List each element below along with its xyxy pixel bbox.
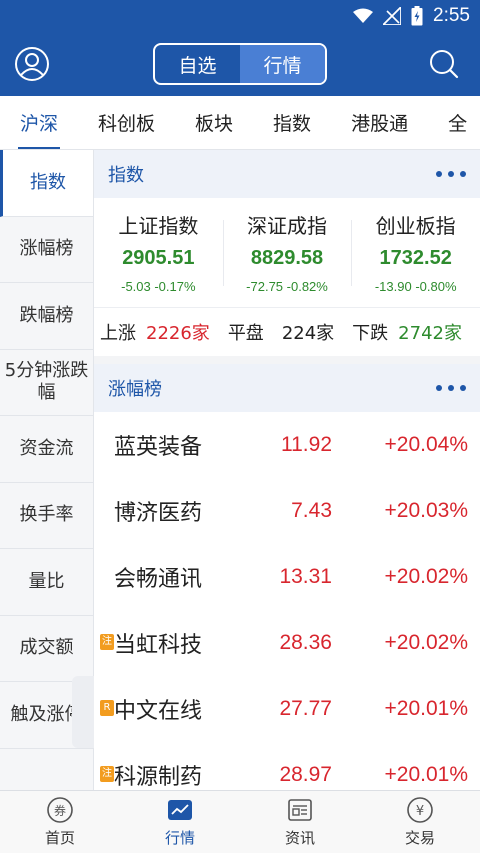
nav-label: 资讯 bbox=[284, 829, 315, 847]
side-item-volume-ratio[interactable]: 量比 bbox=[0, 549, 93, 616]
down-count: 2742家 bbox=[398, 323, 462, 344]
nav-market[interactable]: 行情 bbox=[120, 791, 240, 853]
flat-count: 224家 bbox=[281, 323, 335, 344]
more-icon[interactable] bbox=[436, 385, 466, 391]
stock-row[interactable]: 蓝英装备 11.92 +20.04% bbox=[94, 412, 480, 478]
side-item-5min-change[interactable]: 5分钟涨跌幅 bbox=[0, 350, 93, 416]
registration-badge: 注 bbox=[100, 634, 114, 650]
index-name: 上证指数 bbox=[118, 214, 199, 238]
signal-icon bbox=[383, 7, 402, 25]
index-card[interactable]: 深证成指 8829.58 -72.75 -0.82% bbox=[222, 198, 352, 307]
nav-news[interactable]: 资讯 bbox=[240, 791, 360, 853]
gainers-section-header: 涨幅榜 bbox=[94, 364, 480, 412]
tab-shanghai-shenzhen[interactable]: 沪深 bbox=[0, 96, 78, 149]
index-card[interactable]: 上证指数 2905.51 -5.03 -0.17% bbox=[94, 198, 223, 307]
index-value: 2905.51 bbox=[122, 247, 195, 269]
stock-name: 博济医药 bbox=[114, 501, 203, 526]
index-section-header: 指数 bbox=[94, 150, 480, 198]
stock-row[interactable]: 注 当虹科技 28.36 +20.02% bbox=[94, 610, 480, 676]
segment-watchlist[interactable]: 自选 bbox=[155, 45, 240, 83]
registration-badge: 注 bbox=[100, 766, 114, 782]
status-bar: 2:55 bbox=[0, 0, 480, 32]
stock-name: 会畅通讯 bbox=[114, 567, 203, 592]
svg-text:券: 券 bbox=[54, 803, 66, 818]
stock-change-pct: +20.01% bbox=[384, 763, 469, 786]
status-time: 2:55 bbox=[433, 5, 470, 26]
app-header: 自选 行情 bbox=[0, 32, 480, 96]
yuan-icon: ¥ bbox=[407, 797, 433, 823]
more-icon[interactable] bbox=[436, 171, 466, 177]
flat-label: 平盘 bbox=[227, 323, 264, 344]
wifi-icon bbox=[353, 8, 374, 23]
nav-label: 首页 bbox=[44, 829, 75, 847]
nav-home[interactable]: 券 首页 bbox=[0, 791, 120, 853]
tab-indices[interactable]: 指数 bbox=[253, 96, 331, 149]
stock-name: 中文在线 bbox=[114, 699, 203, 724]
up-label: 上涨 bbox=[100, 323, 136, 344]
user-avatar-icon[interactable] bbox=[14, 46, 50, 82]
main-content: 指数 上证指数 2905.51 -5.03 -0.17% 深证成指 8829.5… bbox=[94, 150, 480, 790]
up-count: 2226家 bbox=[146, 323, 210, 344]
tab-hk-connect[interactable]: 港股通 bbox=[331, 96, 428, 149]
index-change: -72.75 -0.82% bbox=[246, 279, 328, 294]
stock-price: 7.43 bbox=[291, 499, 332, 522]
index-value: 1732.52 bbox=[379, 247, 452, 269]
index-section-title: 指数 bbox=[108, 165, 144, 186]
stock-price: 28.97 bbox=[279, 763, 332, 786]
stock-change-pct: +20.03% bbox=[384, 499, 469, 522]
stock-price: 27.77 bbox=[279, 697, 332, 720]
stock-row[interactable]: 会畅通讯 13.31 +20.02% bbox=[94, 544, 480, 610]
nav-trade[interactable]: ¥ 交易 bbox=[360, 791, 480, 853]
side-item-trading-value[interactable]: 成交额 bbox=[0, 616, 93, 682]
index-value: 8829.58 bbox=[250, 247, 324, 269]
coupon-icon: 券 bbox=[47, 797, 73, 823]
tab-star-market[interactable]: 科创板 bbox=[78, 96, 175, 149]
side-item-capital-flow[interactable]: 资金流 bbox=[0, 416, 93, 483]
stock-name: 蓝英装备 bbox=[114, 435, 203, 460]
market-breadth: 上涨 2226家 平盘 224家 下跌 2742家 bbox=[94, 308, 480, 364]
stock-name: 当虹科技 bbox=[114, 633, 203, 658]
r-badge: R bbox=[100, 700, 114, 716]
stock-change-pct: +20.02% bbox=[384, 565, 469, 588]
stock-name: 科源制药 bbox=[114, 765, 203, 790]
bottom-nav: 券 首页 行情 资讯 ¥ 交易 bbox=[0, 790, 480, 853]
stock-row[interactable]: 博济医药 7.43 +20.03% bbox=[94, 478, 480, 544]
side-item-turnover-rate[interactable]: 换手率 bbox=[0, 483, 93, 549]
stock-change-pct: +20.04% bbox=[384, 433, 469, 456]
down-label: 下跌 bbox=[352, 323, 389, 344]
search-icon[interactable] bbox=[428, 48, 460, 80]
side-item-gainers[interactable]: 涨幅榜 bbox=[0, 217, 93, 283]
gainers-section-title: 涨幅榜 bbox=[108, 379, 162, 400]
nav-label: 行情 bbox=[164, 829, 195, 847]
segment-market[interactable]: 行情 bbox=[240, 45, 325, 83]
news-icon bbox=[288, 799, 312, 821]
market-tabs: 沪深 科创板 板块 指数 港股通 全 bbox=[0, 96, 480, 150]
index-name: 创业板指 bbox=[375, 214, 456, 238]
stock-row[interactable]: 注 科源制药 28.97 +20.01% bbox=[94, 742, 480, 790]
stock-change-pct: +20.02% bbox=[384, 631, 469, 654]
chart-icon bbox=[168, 800, 192, 820]
side-drawer-handle[interactable] bbox=[72, 676, 94, 748]
watchlist-market-toggle: 自选 行情 bbox=[153, 43, 327, 85]
index-change: -13.90 -0.80% bbox=[374, 279, 457, 294]
side-item-losers[interactable]: 跌幅榜 bbox=[0, 283, 93, 350]
stock-row[interactable]: R 中文在线 27.77 +20.01% bbox=[94, 676, 480, 742]
index-name: 深证成指 bbox=[247, 214, 327, 238]
index-cards: 上证指数 2905.51 -5.03 -0.17% 深证成指 8829.58 -… bbox=[94, 198, 480, 308]
gainers-list: 蓝英装备 11.92 +20.04% 博济医药 7.43 +20.03% 会畅通… bbox=[94, 412, 480, 790]
nav-label: 交易 bbox=[404, 829, 435, 847]
index-change: -5.03 -0.17% bbox=[121, 279, 196, 294]
tab-global[interactable]: 全 bbox=[428, 96, 480, 149]
stock-price: 28.36 bbox=[279, 631, 332, 654]
status-icons: 2:55 bbox=[353, 4, 470, 28]
stock-change-pct: +20.01% bbox=[384, 697, 469, 720]
side-item-index[interactable]: 指数 bbox=[0, 150, 93, 217]
index-card[interactable]: 创业板指 1732.52 -13.90 -0.80% bbox=[351, 198, 480, 307]
stock-price: 13.31 bbox=[279, 565, 332, 588]
tab-sectors[interactable]: 板块 bbox=[175, 96, 253, 149]
stock-price: 11.92 bbox=[281, 433, 332, 456]
svg-text:¥: ¥ bbox=[416, 804, 424, 819]
battery-icon bbox=[411, 6, 423, 26]
